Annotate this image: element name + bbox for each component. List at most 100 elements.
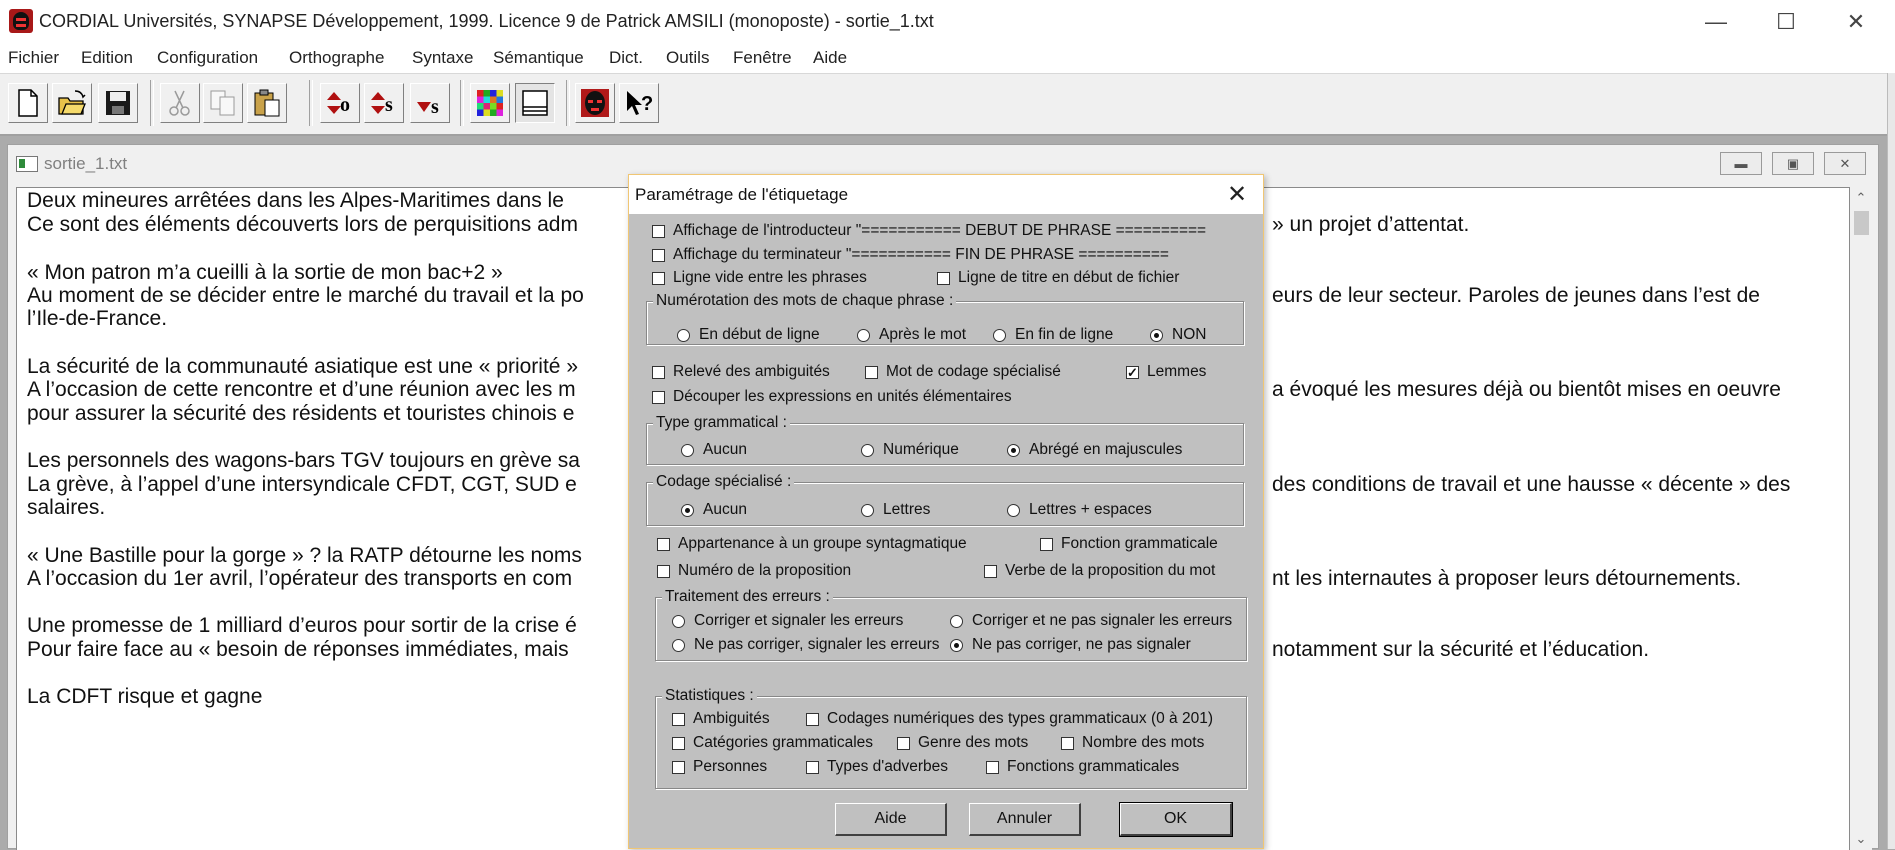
radio-numbering-none[interactable]: NON [1150,326,1206,344]
checkbox-sentence-end[interactable]: Affichage du terminateur "=========== FI… [652,246,1169,264]
checkbox-special-code-word[interactable]: Mot de codage spécialisé [865,363,1061,381]
scroll-up-arrow-icon[interactable]: ⌃ [1850,187,1872,209]
checkbox-stat-ambiguities[interactable]: Ambiguités [672,710,770,728]
vertical-scrollbar[interactable]: ⌃ ⌄ [1850,187,1872,850]
checkbox[interactable] [1040,537,1053,551]
save-button[interactable] [98,83,138,123]
checkbox[interactable] [806,712,819,726]
color-grid-button[interactable] [470,83,510,123]
mask-button[interactable] [575,83,615,123]
radio[interactable] [861,503,874,517]
checkbox[interactable]: ✓ [1126,365,1139,379]
cancel-button[interactable]: Annuler [969,803,1081,836]
checkbox[interactable] [806,760,819,774]
checkbox[interactable] [652,271,665,285]
close-button[interactable]: ✕ [1821,0,1891,43]
tag-s-down-button[interactable]: s [410,83,450,123]
radio[interactable] [672,638,685,652]
radio-code-letters[interactable]: Lettres [861,501,930,519]
ok-button[interactable]: OK [1119,802,1233,837]
radio[interactable] [857,328,870,342]
checkbox[interactable] [652,224,665,238]
checkbox-stat-categories[interactable]: Catégories grammaticales [672,734,873,752]
doc-restore-button[interactable]: ▣ [1772,152,1814,175]
radio-err-nocorrect-signal[interactable]: Ne pas corriger, signaler les erreurs [672,636,940,654]
radio-err-correct-signal[interactable]: Corriger et signaler les erreurs [672,612,903,630]
menu-syntaxe[interactable]: Syntaxe [412,48,473,68]
radio[interactable] [1007,503,1020,517]
dialog-close-button[interactable]: ✕ [1223,179,1251,209]
menu-edition[interactable]: Edition [81,48,133,68]
minimize-button[interactable]: — [1681,0,1751,43]
menu-fichier[interactable]: Fichier [8,48,59,68]
checkbox-stat-gram-functions[interactable]: Fonctions grammaticales [986,758,1179,776]
radio-numbering-end[interactable]: En fin de ligne [993,326,1113,344]
checkbox[interactable] [984,564,997,578]
doc-minimize-button[interactable]: ▬ [1720,152,1762,175]
checkbox[interactable] [1061,736,1074,750]
checkbox[interactable] [986,760,999,774]
scroll-down-arrow-icon[interactable]: ⌄ [1850,828,1872,850]
checkbox-stat-persons[interactable]: Personnes [672,758,767,776]
radio-numbering-start[interactable]: En début de ligne [677,326,820,344]
tag-s-up-button[interactable]: s [364,83,404,123]
checkbox-split-expressions[interactable]: Découper les expressions en unités éléme… [652,388,1012,406]
checkbox[interactable] [672,760,685,774]
app-mask-icon[interactable] [9,9,33,33]
radio-numbering-after[interactable]: Après le mot [857,326,966,344]
checkbox-title-line[interactable]: Ligne de titre en début de fichier [937,269,1179,287]
menu-configuration[interactable]: Configuration [157,48,258,68]
radio[interactable] [993,328,1006,342]
checkbox-stat-gender[interactable]: Genre des mots [897,734,1028,752]
radio[interactable] [677,328,690,342]
checkbox-ambiguities[interactable]: Relevé des ambiguités [652,363,830,381]
checkbox-proposition-verb[interactable]: Verbe de la proposition du mot [984,562,1215,580]
radio[interactable] [1150,328,1163,342]
tag-o-button[interactable]: o [320,83,360,123]
checkbox-stat-word-count[interactable]: Nombre des mots [1061,734,1204,752]
new-file-button[interactable] [8,83,48,123]
radio-err-correct-nosignal[interactable]: Corriger et ne pas signaler les erreurs [950,612,1232,630]
cut-button[interactable] [160,83,200,123]
radio[interactable] [681,503,694,517]
checkbox-proposition-number[interactable]: Numéro de la proposition [657,562,851,580]
checkbox[interactable] [652,390,665,404]
help-cursor-button[interactable]: ? [619,83,659,123]
radio-code-none[interactable]: Aucun [681,501,747,519]
checkbox-stat-numeric-codes[interactable]: Codages numériques des types grammaticau… [806,710,1213,728]
checkbox[interactable] [657,537,670,551]
menu-orthographe[interactable]: Orthographe [289,48,384,68]
checkbox-gram-function[interactable]: Fonction grammaticale [1040,535,1218,553]
checkbox[interactable] [652,248,665,262]
checkbox[interactable] [937,271,950,285]
checkbox-blank-line[interactable]: Ligne vide entre les phrases [652,269,867,287]
panel-view-button[interactable] [515,83,555,123]
radio[interactable] [950,638,963,652]
scroll-thumb[interactable] [1854,211,1869,235]
menu-aide[interactable]: Aide [813,48,847,68]
checkbox[interactable] [672,736,685,750]
menu-semantique[interactable]: Sémantique [493,48,584,68]
menu-fenetre[interactable]: Fenêtre [733,48,792,68]
doc-close-button[interactable]: ✕ [1824,152,1866,175]
open-button[interactable] [52,83,92,123]
paste-button[interactable] [247,83,287,123]
radio[interactable] [950,614,963,628]
radio-code-letters-spaces[interactable]: Lettres + espaces [1007,501,1152,519]
checkbox[interactable] [897,736,910,750]
menu-outils[interactable]: Outils [666,48,709,68]
radio[interactable] [681,443,694,457]
radio-err-nocorrect-nosignal[interactable]: Ne pas corriger, ne pas signaler [950,636,1191,654]
help-button[interactable]: Aide [835,803,947,836]
checkbox[interactable] [652,365,665,379]
menu-dict[interactable]: Dict. [609,48,643,68]
maximize-button[interactable]: ☐ [1751,0,1821,43]
checkbox-syntagm-group[interactable]: Appartenance à un groupe syntagmatique [657,535,967,553]
copy-button[interactable] [203,83,243,123]
checkbox[interactable] [657,564,670,578]
radio-gram-none[interactable]: Aucun [681,441,747,459]
radio-gram-numeric[interactable]: Numérique [861,441,959,459]
radio[interactable] [672,614,685,628]
checkbox-stat-adverb-types[interactable]: Types d'adverbes [806,758,948,776]
radio[interactable] [1007,443,1020,457]
